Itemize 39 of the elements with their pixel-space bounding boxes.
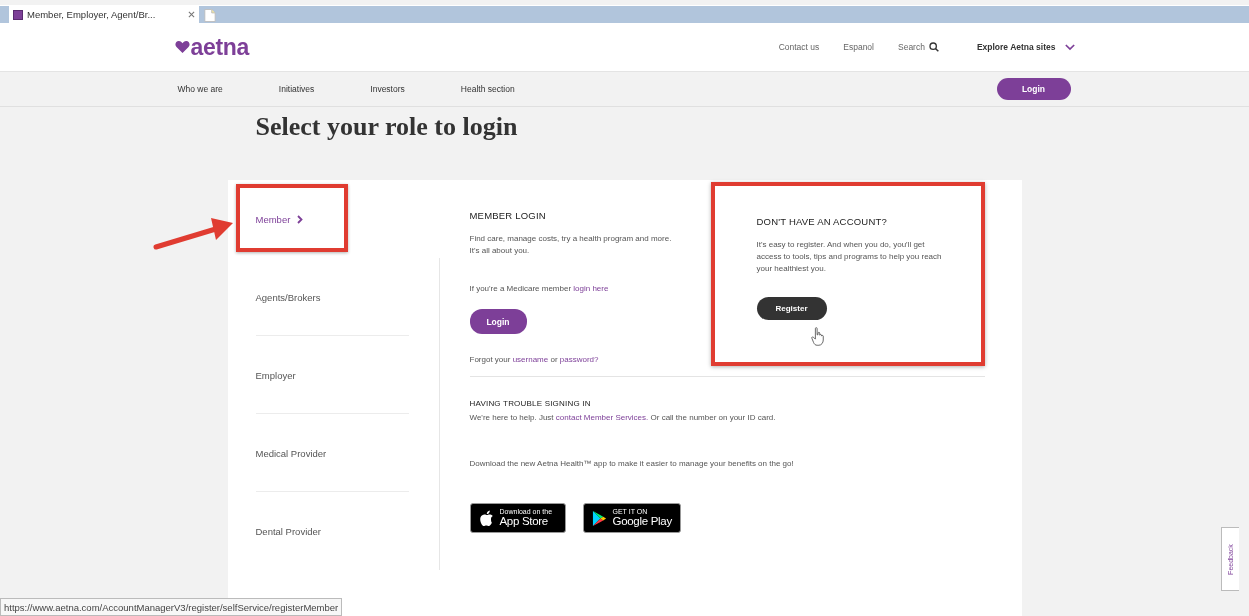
role-tab[interactable]: Dental Provider <box>227 492 440 570</box>
section-heading: DON'T HAVE AN ACCOUNT? <box>756 216 888 227</box>
role-tab[interactable]: Agents/Brokers <box>227 258 440 336</box>
tab-title: Member, Employer, Agent/Br... <box>27 9 156 20</box>
explore-sites-link[interactable]: Explore Aetna sites <box>976 42 1056 52</box>
contact-link[interactable]: contact Member Services. <box>555 413 649 422</box>
help-text: We're here to help. Just contact Member Services. Or call the number on your ID card. <box>469 412 777 424</box>
nav-link[interactable]: Investors <box>370 84 405 94</box>
page-title: Select your role to login <box>255 112 519 143</box>
username-link[interactable]: username <box>512 355 549 364</box>
search-link[interactable]: Search <box>898 42 925 52</box>
site-favicon-icon <box>13 9 23 20</box>
header-link[interactable]: Espanol <box>843 42 874 52</box>
register-button[interactable]: Register <box>756 297 827 320</box>
header-link[interactable]: Contact us <box>778 42 820 52</box>
nav-link[interactable]: Health section <box>460 84 515 94</box>
browser-tab[interactable]: Member, Employer, Agent/Br... <box>9 6 199 23</box>
medicare-text: If you're a Medicare member login here <box>469 283 610 295</box>
aetna-logo[interactable]: aetna <box>174 33 250 61</box>
role-tab[interactable]: Employer <box>227 336 440 414</box>
login-button[interactable]: Login <box>996 78 1071 100</box>
forgot-text: Forgot your username or password? <box>469 354 600 366</box>
description-text: Find care, manage costs, try a health program and more. It's all about you. <box>469 233 673 257</box>
chevron-down-icon[interactable] <box>1064 43 1075 51</box>
hand-cursor-icon <box>810 326 825 347</box>
close-icon[interactable] <box>188 11 195 18</box>
login-button[interactable]: Login <box>469 309 527 334</box>
login-here-link[interactable]: login here <box>573 284 609 293</box>
app-promo-text: Download the new Aetna Health™ app to make it easier to manage your benefits on the go! <box>469 458 795 470</box>
nav-link[interactable]: Initiatives <box>278 84 315 94</box>
section-heading: HAVING TROUBLE SIGNING IN <box>469 399 592 408</box>
description-text: It's easy to register. And when you do, you'll get access to tools, tips and programs to help you reach your healthiest you. <box>756 239 943 275</box>
role-tab[interactable]: Medical Provider <box>227 414 440 492</box>
search-icon[interactable] <box>928 42 939 52</box>
chevron-right-icon <box>297 214 304 224</box>
status-bar-url: https://www.aetna.com/AccountManagerV3/register/selfService/registerMember <box>0 598 343 616</box>
nav-link[interactable]: Who we are <box>177 84 223 94</box>
section-heading: MEMBER LOGIN <box>469 210 547 221</box>
password-link[interactable]: password? <box>559 355 599 364</box>
